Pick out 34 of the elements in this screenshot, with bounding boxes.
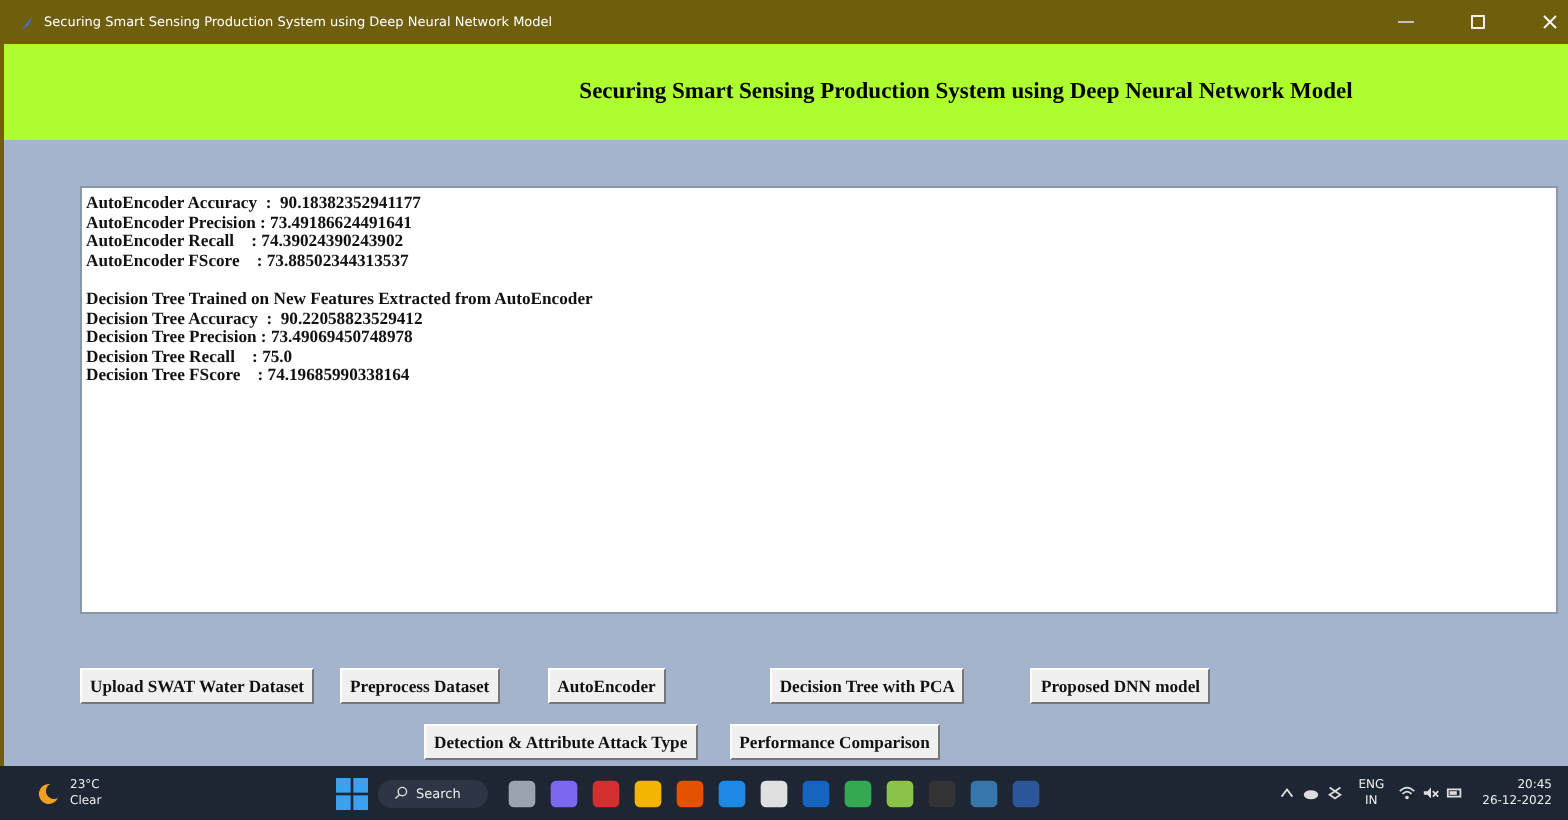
output-line: AutoEncoder Recall : 74.39024390243902 bbox=[86, 232, 406, 252]
app-icon[interactable] bbox=[632, 777, 665, 809]
moon-icon bbox=[36, 781, 60, 805]
close-icon[interactable] bbox=[1540, 12, 1560, 32]
output-line: Decision Tree Accuracy : 90.22058823529412 bbox=[86, 309, 425, 329]
output-line: AutoEncoder Precision : 73.49186624491641 bbox=[86, 213, 414, 233]
output-line: Decision Tree FScore : 74.19685990338164 bbox=[86, 366, 412, 386]
output-line: AutoEncoder FScore : 73.88502344313537 bbox=[86, 251, 411, 271]
action-button[interactable]: Proposed DNN model bbox=[1030, 668, 1211, 704]
action-button[interactable]: AutoEncoder bbox=[547, 668, 666, 704]
wifi-icon[interactable] bbox=[1398, 784, 1417, 802]
app-icon[interactable] bbox=[842, 777, 875, 809]
output-line: Decision Tree Trained on New Features Extracted from AutoEncoder bbox=[86, 289, 595, 310]
start-icon[interactable] bbox=[336, 777, 368, 809]
action-button[interactable]: Performance Comparison bbox=[729, 724, 940, 760]
battery-icon[interactable] bbox=[1446, 784, 1465, 802]
cloud-icon[interactable] bbox=[1302, 784, 1321, 802]
action-button[interactable]: Preprocess Dataset bbox=[340, 668, 500, 704]
output-line: Decision Tree Recall : 75.0 bbox=[86, 347, 295, 367]
search-icon bbox=[394, 786, 408, 800]
maximize-icon[interactable] bbox=[1468, 12, 1488, 32]
output-text-area[interactable] bbox=[80, 186, 1558, 614]
action-button[interactable]: Detection & Attribute Attack Type bbox=[424, 724, 698, 760]
app-icon[interactable] bbox=[884, 777, 917, 809]
output-line: AutoEncoder Accuracy : 90.18382352941177 bbox=[86, 194, 423, 214]
output-line: Decision Tree Precision : 73.49069450748978 bbox=[86, 328, 415, 348]
speaker-muted-icon[interactable] bbox=[1422, 784, 1441, 802]
app-heading: Securing Smart Sensing Production System using Deep Neural Network Model bbox=[579, 80, 1353, 104]
action-button[interactable]: Decision Tree with PCA bbox=[769, 668, 965, 704]
action-button[interactable]: Upload SWAT Water Dataset bbox=[80, 668, 315, 704]
chevron-up-icon[interactable] bbox=[1278, 784, 1297, 802]
feather-icon bbox=[18, 13, 36, 31]
app-icon[interactable] bbox=[506, 777, 539, 809]
app-icon[interactable] bbox=[758, 777, 791, 809]
